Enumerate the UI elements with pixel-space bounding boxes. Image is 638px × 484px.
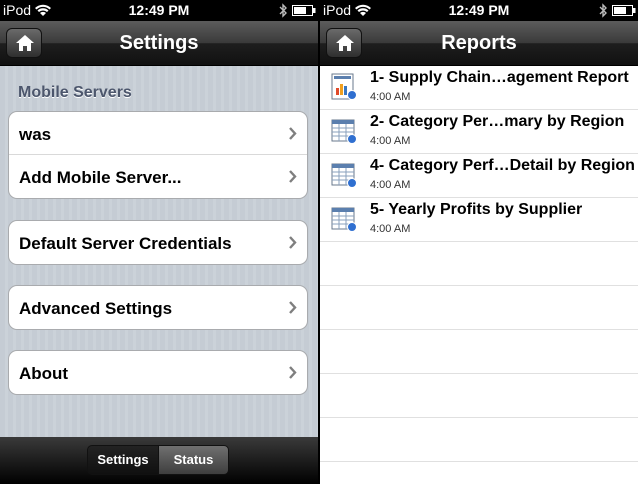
default-server-credentials-item[interactable]: Default Server Credentials (9, 221, 307, 264)
report-row[interactable]: 4- Category Perf…Detail by Region 4:00 A… (320, 154, 638, 198)
page-title: Reports (441, 32, 517, 54)
report-title: 4- Category Perf…Detail by Region (370, 157, 635, 174)
report-row[interactable]: 1- Supply Chain…agement Report 4:00 AM (320, 66, 638, 110)
report-row[interactable]: 5- Yearly Profits by Supplier 4:00 AM (320, 198, 638, 242)
advanced-group: Advanced Settings (8, 285, 308, 330)
navigation-bar: Reports (320, 21, 638, 66)
clock: 12:49 PM (128, 2, 190, 18)
report-title: 1- Supply Chain…agement Report (370, 69, 629, 86)
grid-report-icon (331, 163, 357, 188)
advanced-settings-item[interactable]: Advanced Settings (9, 286, 307, 329)
empty-row (320, 286, 638, 330)
battery-icon (612, 5, 636, 16)
servers-group: was Add Mobile Server... (8, 111, 308, 199)
cell-label: Advanced Settings (19, 299, 173, 318)
chevron-right-icon (289, 236, 297, 249)
empty-row (320, 330, 638, 374)
chart-report-icon (331, 73, 357, 100)
tab-status[interactable]: Status (158, 445, 229, 475)
about-group: About (8, 350, 308, 395)
report-title: 2- Category Per…mary by Region (370, 113, 625, 130)
bluetooth-icon (599, 3, 607, 18)
report-time: 4:00 AM (370, 91, 411, 103)
chevron-right-icon (289, 366, 297, 379)
status-bar: iPod 12:49 PM (0, 0, 318, 21)
settings-screen: iPod 12:49 PM Settings Mobile Servers wa… (0, 0, 318, 484)
status-bar: iPod 12:49 PM (320, 0, 638, 21)
tab-bar: Settings Status (0, 437, 318, 484)
grid-report-icon (331, 207, 357, 232)
credentials-group: Default Server Credentials (8, 220, 308, 265)
about-item[interactable]: About (9, 351, 307, 394)
battery-icon (292, 5, 316, 16)
page-title: Settings (119, 32, 199, 54)
chevron-right-icon (289, 170, 297, 183)
add-mobile-server-button[interactable]: Add Mobile Server... (9, 155, 307, 198)
cell-label: Add Mobile Server... (19, 168, 182, 187)
settings-list: Mobile Servers was Add Mobile Server... … (0, 66, 318, 437)
empty-row (320, 374, 638, 418)
cell-label: About (19, 364, 69, 383)
report-title: 5- Yearly Profits by Supplier (370, 201, 583, 218)
report-time: 4:00 AM (370, 179, 411, 191)
empty-row (320, 242, 638, 286)
chevron-right-icon (289, 127, 297, 140)
grid-report-icon (331, 119, 357, 144)
navigation-bar: Settings (0, 21, 318, 66)
server-item-was[interactable]: was (9, 112, 307, 155)
report-time: 4:00 AM (370, 135, 411, 147)
cell-label: was (19, 125, 52, 144)
clock: 12:49 PM (448, 2, 510, 18)
tab-settings[interactable]: Settings (87, 445, 159, 475)
reports-list: 1- Supply Chain…agement Report 4:00 AM 2… (320, 66, 638, 484)
bluetooth-icon (279, 3, 287, 18)
chevron-right-icon (289, 301, 297, 314)
cell-label: Default Server Credentials (19, 234, 232, 253)
empty-row (320, 418, 638, 462)
report-time: 4:00 AM (370, 223, 411, 235)
section-header: Mobile Servers (18, 84, 132, 101)
report-row[interactable]: 2- Category Per…mary by Region 4:00 AM (320, 110, 638, 154)
reports-screen: iPod 12:49 PM Reports 1- Supply Chain…ag… (320, 0, 638, 484)
